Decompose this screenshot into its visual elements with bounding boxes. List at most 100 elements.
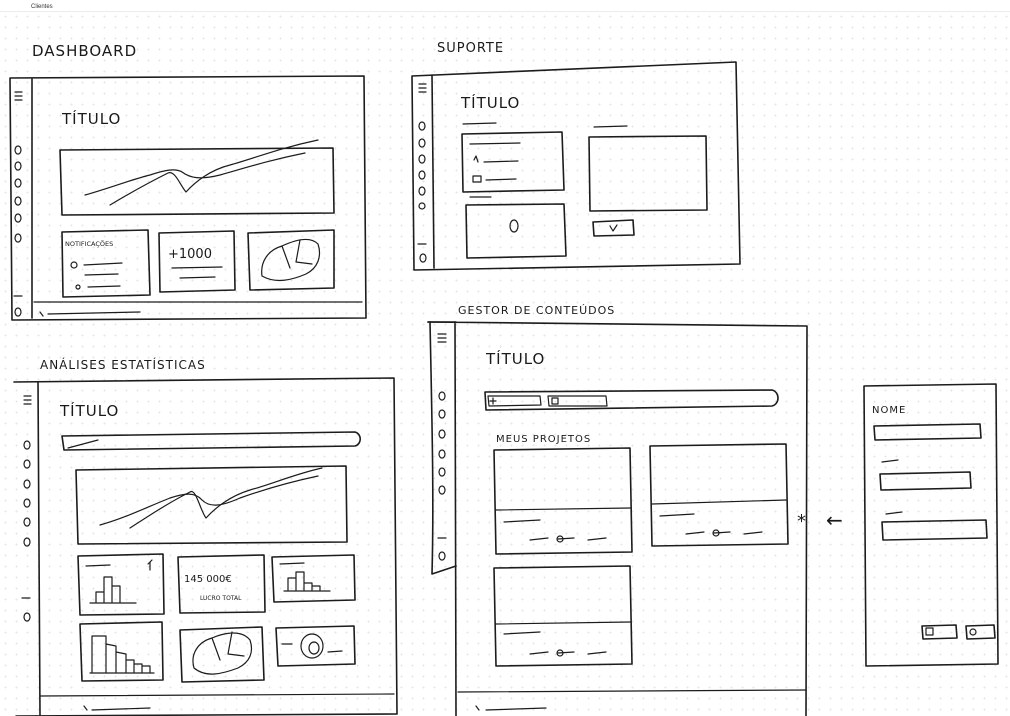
chart-line	[99, 475, 319, 526]
project-card[interactable]	[649, 443, 789, 547]
nav-icon[interactable]	[418, 202, 426, 210]
menu-icon	[23, 395, 32, 405]
annotation-asterisk: *	[797, 511, 806, 532]
nav-icon[interactable]	[14, 161, 22, 171]
phone-contact	[473, 155, 519, 163]
histogram-icon	[89, 635, 155, 674]
bar-chart-card	[77, 553, 165, 616]
pie-chart-icon	[308, 641, 320, 655]
profit-caption: LUCRO TOTAL	[200, 595, 242, 602]
notification-line	[83, 262, 123, 276]
pie-chart-card	[275, 625, 356, 667]
menu-icon	[14, 91, 23, 101]
horizontal-scrollbar[interactable]	[83, 705, 151, 711]
nav-icon[interactable]	[418, 138, 426, 148]
menu-icon	[418, 83, 427, 93]
nav-icon[interactable]	[418, 154, 426, 164]
suporte-heading: SUPORTE	[437, 41, 504, 56]
annotation-arrow: ←	[826, 508, 843, 532]
map-icon	[192, 631, 253, 675]
name-input[interactable]	[873, 423, 982, 441]
nav-icon[interactable]	[14, 178, 22, 188]
nav-icon[interactable]	[23, 537, 31, 547]
nav-icon[interactable]	[438, 485, 446, 495]
nav-icon[interactable]	[438, 467, 446, 477]
nav-icon[interactable]	[418, 121, 426, 131]
project-actions	[685, 531, 763, 535]
nav-icon[interactable]	[438, 409, 446, 419]
nav-icon[interactable]	[23, 440, 31, 450]
nav-icon[interactable]	[418, 186, 426, 196]
chart-line	[84, 152, 306, 196]
dashboard-heading: DASHBOARD	[32, 42, 137, 60]
notification-icon	[70, 261, 78, 269]
card-title-line	[279, 562, 305, 565]
nav-icon[interactable]	[438, 429, 446, 439]
mail-contact	[485, 178, 517, 181]
gestor-wireframe: GESTOR DE CONTEÚDOS TÍTULO MEUS PROJETOS	[427, 304, 808, 716]
pie-chart-icon	[300, 633, 324, 659]
suporte-title: TÍTULO	[460, 93, 520, 112]
card-title-line	[85, 564, 111, 567]
project-actions	[529, 537, 607, 541]
project-card-footer	[651, 499, 787, 517]
save-icon	[925, 627, 934, 636]
nav-icon[interactable]	[23, 479, 31, 489]
profile-icon[interactable]	[14, 307, 22, 317]
plus-icon	[489, 397, 497, 405]
gestor-frame	[427, 321, 808, 716]
analises-frame	[13, 377, 398, 716]
nav-icon[interactable]	[14, 196, 22, 206]
nav-icon[interactable]	[23, 459, 31, 469]
projects-label: MEUS PROJETOS	[496, 434, 591, 445]
project-card[interactable]	[493, 565, 633, 667]
send-icon	[609, 224, 618, 232]
map-icon	[261, 238, 321, 282]
bar-chart-icon	[283, 571, 331, 592]
filter-icon[interactable]	[147, 559, 153, 571]
suporte-wireframe: SUPORTE TÍTULO	[411, 41, 741, 271]
nav-icon[interactable]	[23, 498, 31, 508]
mail-icon	[472, 175, 482, 183]
message-card	[588, 135, 708, 212]
dashboard-sidebar	[13, 91, 23, 317]
nav-icon[interactable]	[438, 391, 446, 401]
send-button[interactable]	[592, 219, 635, 237]
analises-sidebar-divider	[37, 381, 41, 716]
nav-icon[interactable]	[14, 213, 22, 223]
toolbar-bar	[484, 389, 779, 411]
horizontal-scrollbar[interactable]	[475, 705, 547, 711]
text-input[interactable]	[881, 519, 988, 541]
legend-line	[327, 650, 343, 653]
profile-icon[interactable]	[438, 551, 446, 561]
filter-icon	[551, 397, 559, 405]
gestor-sidebar-icons	[437, 333, 447, 561]
dashboard-title: TÍTULO	[61, 109, 121, 128]
save-button[interactable]	[921, 624, 958, 640]
nav-icon[interactable]	[23, 517, 31, 527]
nav-icon[interactable]	[14, 145, 22, 155]
profile-icon[interactable]	[23, 612, 31, 622]
kpi-value: +1000	[168, 247, 212, 262]
text-input[interactable]	[879, 471, 972, 491]
notification-icon	[75, 284, 81, 290]
nav-icon[interactable]	[438, 449, 446, 459]
analises-wireframe: ANÁLISES ESTATÍSTICAS TÍTULO 145 000€ LU	[13, 357, 398, 716]
nav-icon[interactable]	[14, 233, 22, 243]
horizontal-scrollbar[interactable]	[39, 311, 141, 317]
project-card-footer	[495, 621, 631, 635]
name-label: NOME	[872, 405, 906, 416]
contact-card	[461, 131, 565, 193]
gestor-footer-divider	[457, 689, 807, 693]
filter-chip[interactable]	[67, 439, 99, 449]
attachment-icon[interactable]	[509, 219, 519, 233]
gestor-heading: GESTOR DE CONTEÚDOS	[458, 304, 615, 317]
filter-bar[interactable]	[61, 431, 362, 451]
kpi-caption-line	[171, 266, 223, 279]
suporte-sidebar-divider	[431, 74, 435, 269]
gestor-title: TÍTULO	[485, 349, 545, 368]
nav-icon[interactable]	[418, 170, 426, 180]
profile-icon[interactable]	[419, 253, 427, 263]
contact-line	[469, 142, 521, 145]
section-label-line	[593, 125, 628, 128]
